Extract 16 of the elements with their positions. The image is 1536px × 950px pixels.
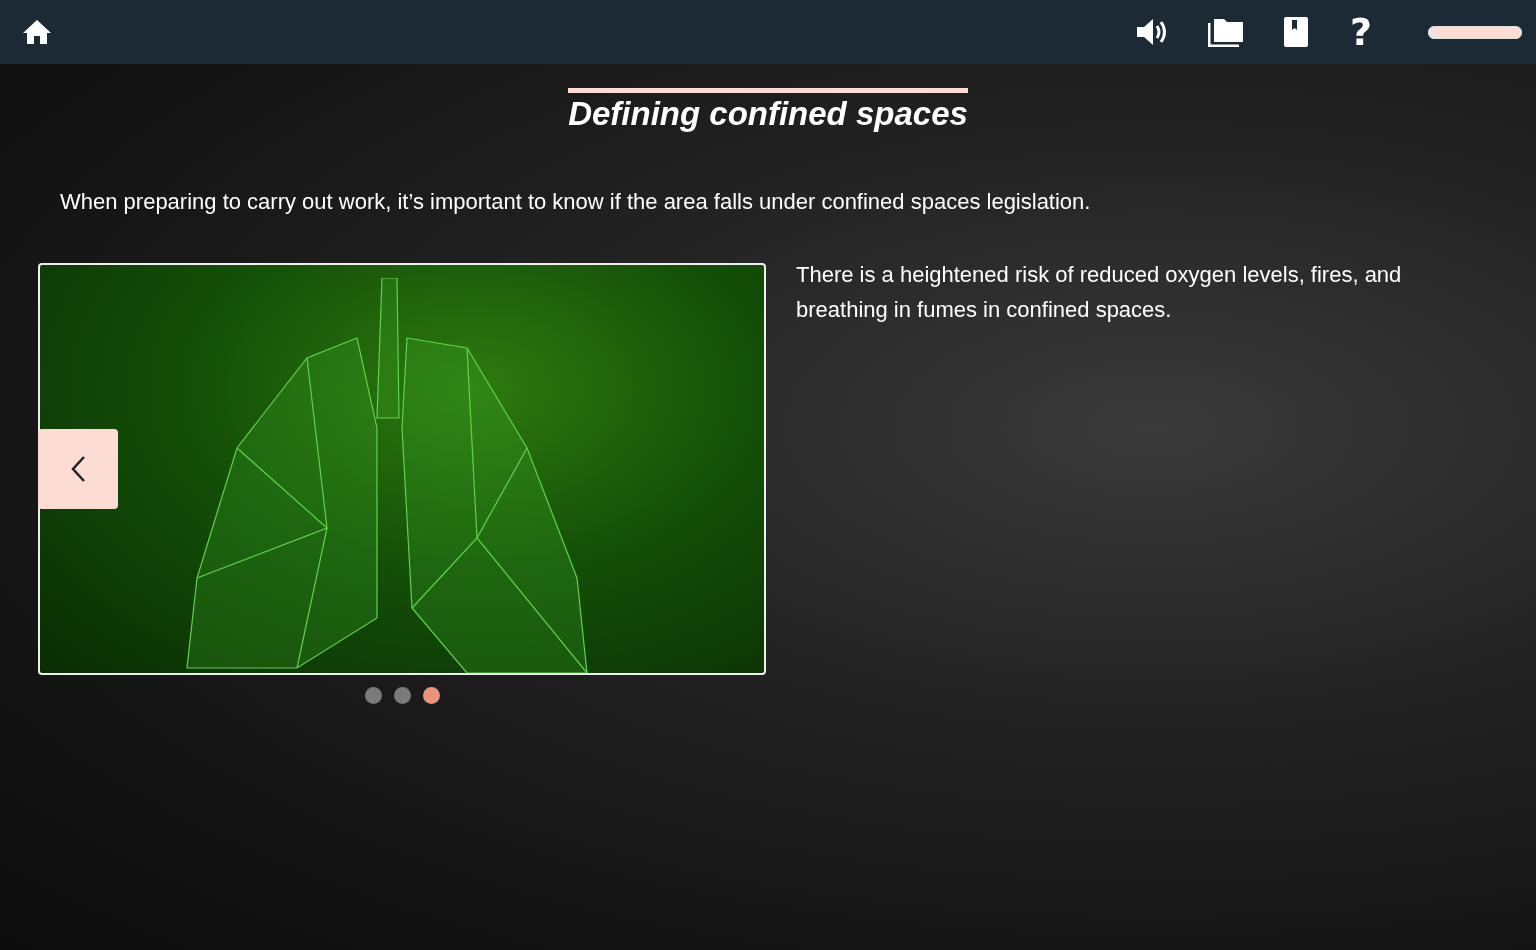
glossary-button[interactable] [1283,17,1308,47]
sound-button[interactable] [1135,17,1168,47]
slide-dot[interactable] [422,687,440,704]
files-button[interactable] [1207,17,1244,47]
chevron-left-icon [70,455,86,483]
speaker-icon [1135,17,1168,47]
intro-text: When preparing to carry out work, it’s important to know if the area falls under confined spaces legislation. [60,189,1092,215]
folders-icon [1207,17,1244,47]
page-title: Defining confined spaces [568,88,968,133]
slide-dot[interactable] [364,687,382,704]
book-icon [1283,17,1308,47]
body-text: There is a heightened risk of reduced oxygen levels, fires, and breathing in fumes in confined spaces. [796,261,1403,324]
help-button[interactable]: ? [1349,13,1372,51]
home-button[interactable] [22,19,52,45]
slide-dot[interactable] [393,687,411,704]
home-icon [22,19,52,45]
